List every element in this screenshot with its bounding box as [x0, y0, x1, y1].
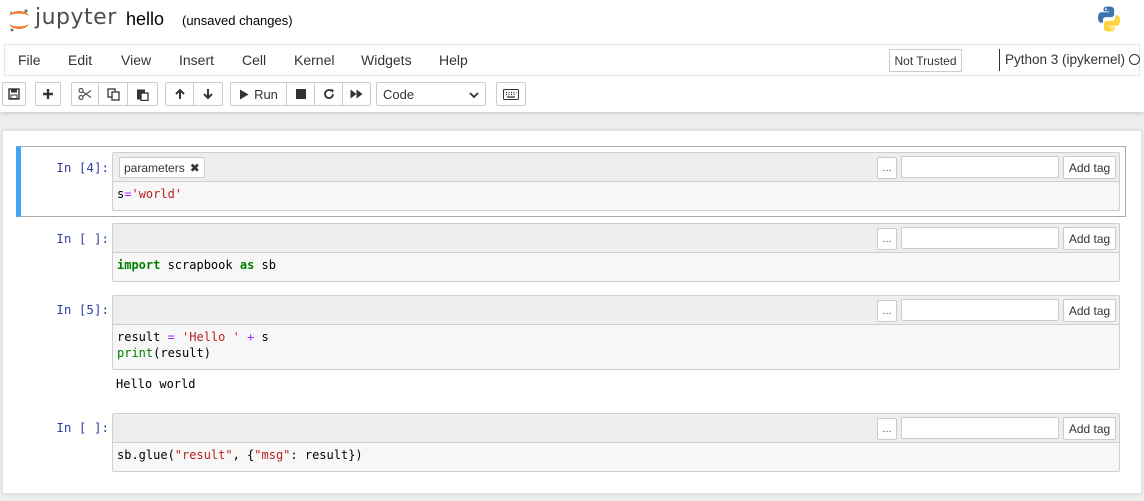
input-prompt: In [ ]: — [56, 420, 109, 435]
code-input[interactable]: sb.glue("result", {"msg": result}) — [112, 442, 1120, 472]
tag-more-button[interactable]: ... — [877, 228, 897, 250]
code-input[interactable]: import scrapbook as sb — [112, 252, 1120, 282]
cell-tag-bar: parameters ✖ ... Add tag — [112, 152, 1120, 181]
notebook-name[interactable]: hello — [126, 9, 164, 30]
paste-button[interactable] — [128, 82, 158, 106]
close-icon[interactable]: ✖ — [190, 161, 200, 175]
toolbar: Run Code — [2, 82, 1142, 106]
run-button[interactable]: Run — [230, 82, 287, 106]
menu-bar: File Edit View Insert Cell Kernel Widget… — [4, 44, 1140, 76]
code-cell[interactable]: In [ ]: ... Add tag import scrapbook as … — [16, 223, 1126, 285]
menu-cell[interactable]: Cell — [242, 52, 266, 68]
input-prompt: In [4]: — [56, 160, 109, 175]
menu-widgets[interactable]: Widgets — [361, 52, 412, 68]
notebook-container: In [4]: parameters ✖ ... Add tag s='worl… — [3, 131, 1141, 493]
code-input[interactable]: s='world' — [112, 181, 1120, 211]
menu-kernel[interactable]: Kernel — [294, 52, 334, 68]
kernel-divider — [999, 49, 1000, 71]
add-tag-button[interactable]: Add tag — [1063, 156, 1116, 179]
paste-icon — [137, 89, 149, 101]
kernel-name[interactable]: Python 3 (ipykernel) — [1005, 52, 1125, 67]
stop-icon — [295, 89, 306, 99]
code-cell[interactable]: In [ ]: ... Add tag sb.glue("result", {"… — [16, 413, 1126, 475]
menu-help[interactable]: Help — [439, 52, 468, 68]
plus-icon — [43, 89, 53, 99]
add-tag-button[interactable]: Add tag — [1063, 299, 1116, 322]
save-status: (unsaved changes) — [182, 13, 293, 28]
cell-type-select[interactable]: Code — [376, 82, 486, 106]
cell-tag-bar: ... Add tag — [112, 413, 1120, 442]
copy-button[interactable] — [99, 82, 128, 106]
cell-tag-bar: ... Add tag — [112, 223, 1120, 252]
chevron-down-icon — [469, 92, 479, 99]
input-prompt: In [5]: — [56, 302, 109, 317]
move-up-button[interactable] — [165, 82, 194, 106]
arrow-up-icon — [174, 88, 185, 99]
menu-view[interactable]: View — [121, 52, 151, 68]
tag-input[interactable] — [901, 227, 1059, 249]
arrow-down-icon — [203, 89, 213, 100]
cell-type-value: Code — [383, 86, 415, 102]
tag-input[interactable] — [901, 417, 1059, 439]
menu-edit[interactable]: Edit — [68, 52, 92, 68]
tag-more-button[interactable]: ... — [877, 418, 897, 440]
restart-button[interactable] — [315, 82, 343, 106]
code-cell[interactable]: In [4]: parameters ✖ ... Add tag s='worl… — [16, 146, 1126, 217]
tag-input[interactable] — [901, 299, 1059, 321]
play-icon — [240, 89, 249, 99]
cut-button[interactable] — [71, 82, 99, 106]
restart-run-all-button[interactable] — [343, 82, 371, 106]
copy-icon — [106, 87, 120, 101]
fast-forward-icon — [350, 89, 363, 99]
code-cell[interactable]: In [5]: ... Add tag result = 'Hello ' + … — [16, 295, 1126, 405]
tag-more-button[interactable]: ... — [877, 300, 897, 322]
cell-tag[interactable]: parameters ✖ — [119, 157, 205, 178]
tag-label: parameters — [124, 160, 185, 175]
keyboard-icon — [503, 88, 519, 100]
python-logo-icon — [1098, 6, 1120, 32]
menu-file[interactable]: File — [18, 52, 41, 68]
add-tag-button[interactable]: Add tag — [1063, 227, 1116, 250]
save-icon — [8, 88, 20, 100]
input-prompt: In [ ]: — [56, 231, 109, 246]
notebook-header: jupyter hello (unsaved changes) File Edi… — [0, 0, 1144, 112]
run-label: Run — [254, 86, 278, 102]
cut-icon — [78, 88, 92, 100]
jupyter-logo-icon[interactable] — [6, 7, 32, 33]
menu-insert[interactable]: Insert — [179, 52, 214, 68]
jupyter-logo-text[interactable]: jupyter — [35, 5, 117, 30]
cell-tag-bar: ... Add tag — [112, 295, 1120, 324]
insert-cell-button[interactable] — [35, 82, 61, 106]
not-trusted-button[interactable]: Not Trusted — [889, 49, 962, 72]
save-button[interactable] — [2, 82, 26, 106]
restart-icon — [323, 89, 334, 99]
move-down-button[interactable] — [194, 82, 223, 106]
tag-input[interactable] — [901, 156, 1059, 178]
interrupt-button[interactable] — [287, 82, 315, 106]
command-palette-button[interactable] — [496, 82, 526, 106]
tag-more-button[interactable]: ... — [877, 157, 897, 179]
add-tag-button[interactable]: Add tag — [1063, 417, 1116, 440]
cell-output: Hello world — [116, 377, 196, 391]
code-input[interactable]: result = 'Hello ' + s print(result) — [112, 324, 1120, 370]
kernel-status-icon — [1129, 54, 1140, 65]
